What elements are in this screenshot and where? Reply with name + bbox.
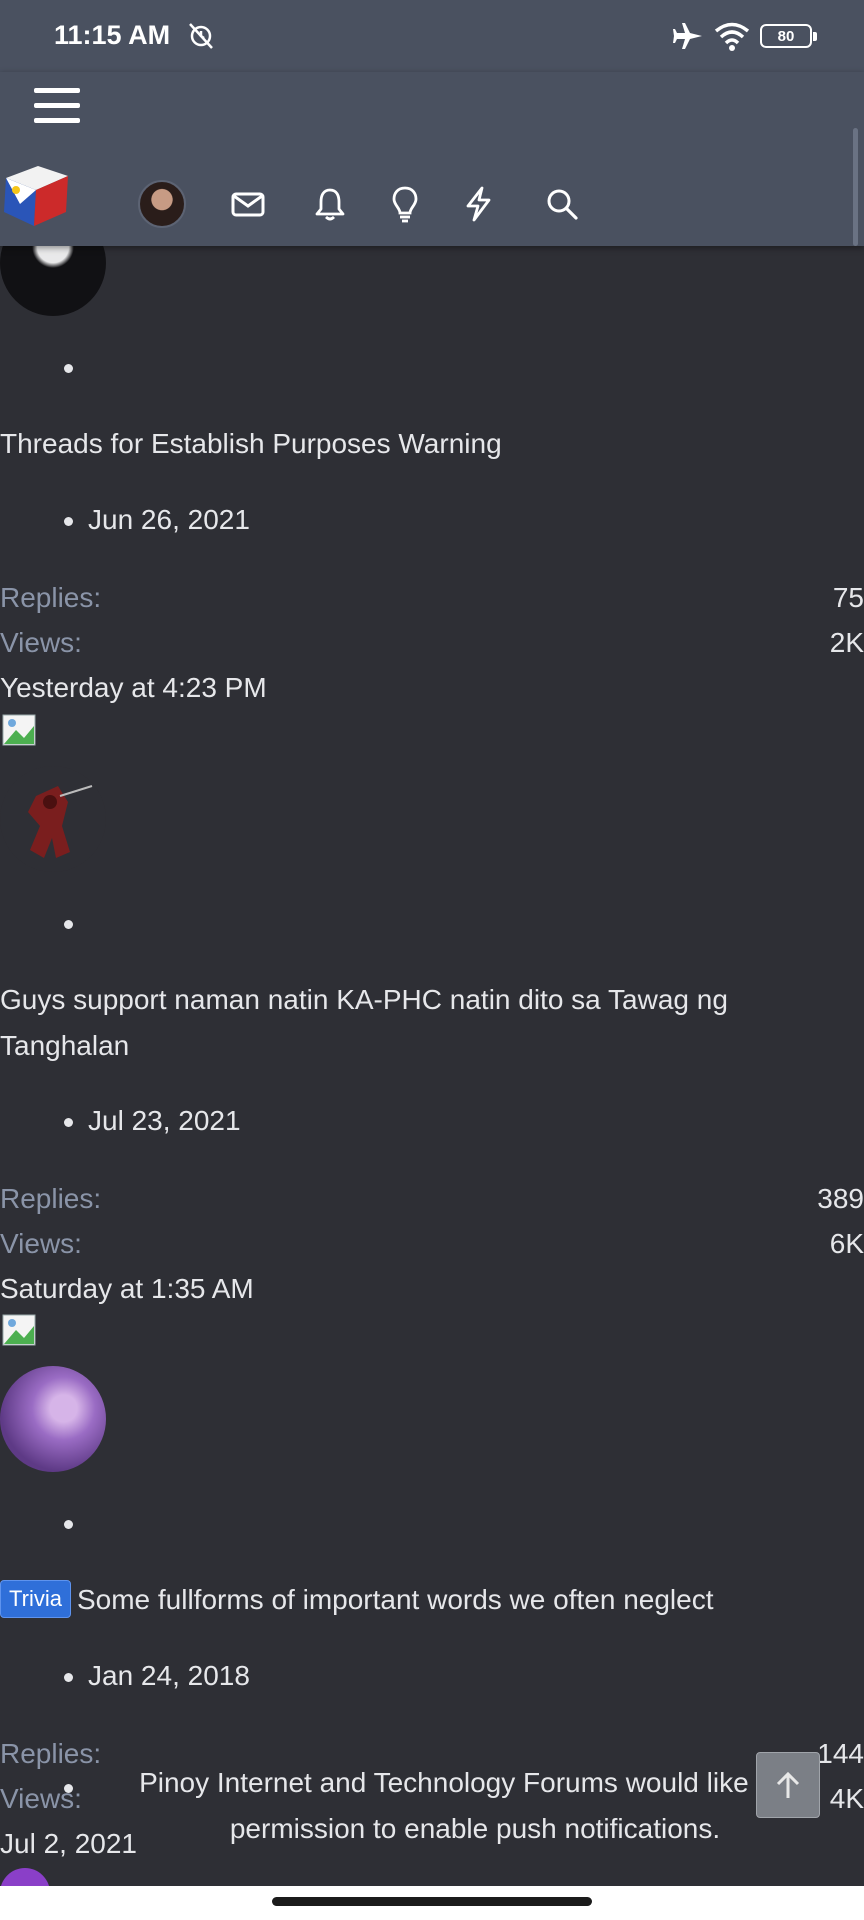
- thread-start-date: Jul 23, 2021: [88, 1105, 241, 1136]
- bolt-icon[interactable]: [458, 184, 498, 224]
- views-count: 2K: [829, 627, 864, 658]
- list-bullet: [64, 1673, 73, 1682]
- bell-icon[interactable]: [310, 184, 350, 224]
- last-post-time-link[interactable]: Yesterday at 4:23 PM: [0, 672, 267, 704]
- arrow-up-icon: [776, 1771, 800, 1798]
- status-time: 11:15 AM: [54, 20, 171, 50]
- site-logo[interactable]: [0, 160, 72, 232]
- search-icon[interactable]: [542, 184, 582, 224]
- thread-prefix-badge[interactable]: Trivia: [0, 1580, 71, 1618]
- home-indicator[interactable]: [272, 1897, 592, 1906]
- thread-author-avatar[interactable]: [0, 766, 106, 872]
- battery-icon: 80: [760, 24, 817, 48]
- list-bullet: [64, 517, 73, 526]
- replies-count: 389: [817, 1183, 864, 1214]
- replies-count: 75: [832, 582, 864, 613]
- views-label: Views:: [0, 627, 82, 658]
- airplane-icon: [673, 23, 702, 49]
- broken-image-icon: [2, 714, 36, 746]
- broken-image-icon: [2, 1314, 36, 1346]
- list-bullet: [64, 1118, 73, 1127]
- wifi-icon: [714, 22, 750, 51]
- list-bullet: [64, 920, 73, 929]
- hamburger-menu-icon[interactable]: [34, 88, 80, 128]
- push-notification-prompt[interactable]: Pinoy Internet and Technology Forums wou…: [80, 1760, 864, 1852]
- replies-label: Replies:: [0, 1183, 102, 1214]
- scroll-to-top-button[interactable]: [756, 1752, 820, 1818]
- mail-icon[interactable]: [228, 184, 268, 224]
- status-bar: 11:15 AM 80: [0, 0, 864, 72]
- thread-title-link[interactable]: Guys support naman natin KA-PHC natin di…: [0, 977, 820, 1069]
- thread-title-link[interactable]: Trivia Some fullforms of important words …: [0, 1577, 820, 1623]
- last-post-time-link[interactable]: Saturday at 1:35 AM: [0, 1273, 254, 1305]
- alarm-off-icon: [189, 23, 213, 49]
- header-scrollbar[interactable]: [853, 128, 858, 246]
- thread-start-date: Jan 24, 2018: [88, 1660, 250, 1691]
- list-bullet: [64, 364, 73, 373]
- user-avatar[interactable]: [138, 180, 186, 228]
- system-navigation-bar: [0, 1886, 864, 1920]
- list-bullet: [64, 1520, 73, 1529]
- list-bullet: [64, 1784, 73, 1793]
- views-label: Views:: [0, 1228, 82, 1259]
- site-header: [0, 72, 864, 246]
- lightbulb-icon[interactable]: [385, 184, 425, 224]
- thread-start-date: Jun 26, 2021: [88, 504, 250, 535]
- replies-label: Replies:: [0, 582, 102, 613]
- thread-author-avatar[interactable]: [0, 1366, 106, 1472]
- views-count: 6K: [829, 1228, 864, 1259]
- thread-title-link[interactable]: Threads for Establish Purposes Warning: [0, 421, 820, 467]
